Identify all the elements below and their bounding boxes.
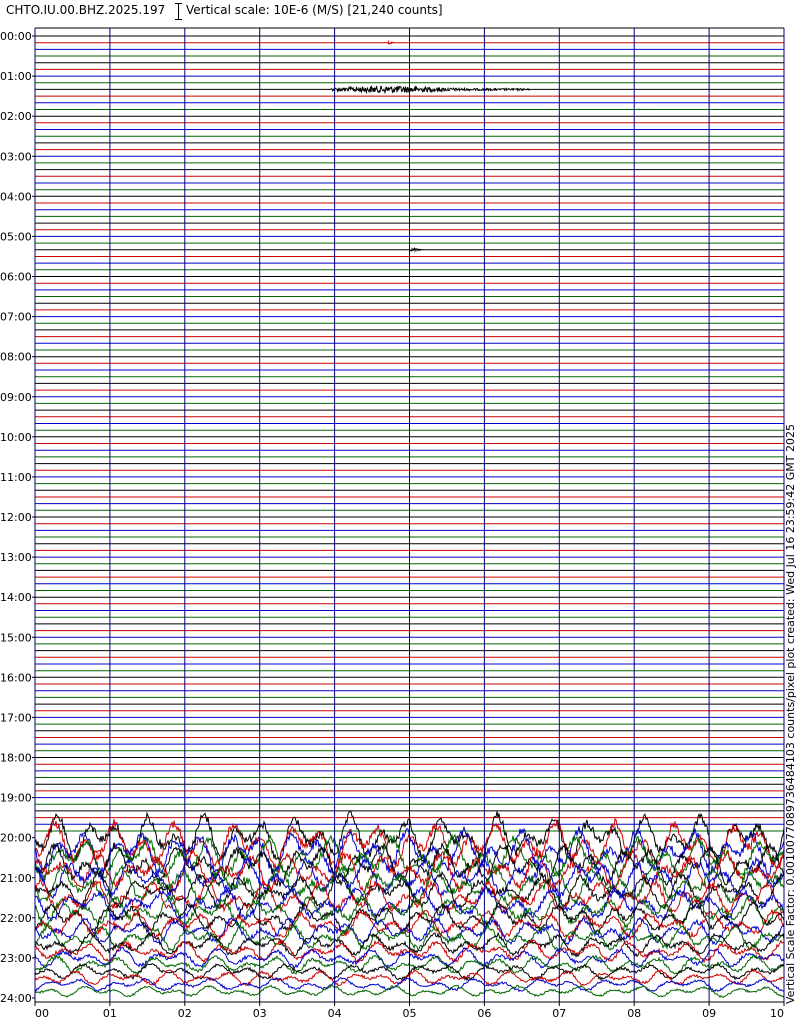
y-tick-label-24: 24:00 bbox=[0, 992, 32, 1005]
grid-group bbox=[34, 27, 785, 1003]
y-tick-label-6: 06:00 bbox=[0, 271, 32, 284]
y-tick-label-8: 08:00 bbox=[0, 351, 32, 364]
y-tick-label-5: 05:00 bbox=[0, 230, 32, 243]
y-tick-label-13: 13:00 bbox=[0, 551, 32, 564]
x-tick-label-1: 01 bbox=[103, 1007, 117, 1020]
helicorder-plot: 00:00 01:00 02:00 03:00 04:00 05:00 06:00 07:00… bbox=[0, 27, 785, 1020]
y-tick-label-12: 12:00 bbox=[0, 511, 32, 524]
y-tick-label-0: 00:00 bbox=[0, 30, 32, 43]
x-tick-label-10: 10 bbox=[770, 1007, 784, 1020]
y-tick-label-20: 20:00 bbox=[0, 832, 32, 845]
y-tick-label-23: 23:00 bbox=[0, 952, 32, 965]
x-tick-label-4: 04 bbox=[328, 1007, 342, 1020]
y-tick-group: 00:00 01:00 02:00 03:00 04:00 05:00 06:00 07:00… bbox=[0, 30, 35, 1005]
x-tick-label-7: 07 bbox=[552, 1007, 566, 1020]
y-tick-label-22: 22:00 bbox=[0, 912, 32, 925]
x-tick-group: 00 01 02 03 04 05 06 07 08 09 10 bbox=[34, 1002, 785, 1020]
y-tick-label-4: 04:00 bbox=[0, 190, 32, 203]
x-tick-label-8: 08 bbox=[627, 1007, 641, 1020]
y-tick-label-10: 10:00 bbox=[0, 431, 32, 444]
y-tick-label-11: 11:00 bbox=[0, 471, 32, 484]
y-tick-label-16: 16:00 bbox=[0, 671, 32, 684]
y-tick-label-3: 03:00 bbox=[0, 150, 32, 163]
x-tick-label-2: 02 bbox=[178, 1007, 192, 1020]
y-tick-label-19: 19:00 bbox=[0, 792, 32, 805]
y-tick-label-1: 01:00 bbox=[0, 70, 32, 83]
y-tick-label-17: 17:00 bbox=[0, 711, 32, 724]
y-tick-label-2: 02:00 bbox=[0, 110, 32, 123]
x-tick-label-9: 09 bbox=[702, 1007, 716, 1020]
x-tick-label-6: 06 bbox=[477, 1007, 491, 1020]
plot-info-note: Vertical Scale Factor: 0.001007708973648… bbox=[784, 424, 797, 1004]
y-tick-label-14: 14:00 bbox=[0, 591, 32, 604]
y-tick-label-9: 09:00 bbox=[0, 391, 32, 404]
y-tick-label-7: 07:00 bbox=[0, 311, 32, 324]
y-tick-label-21: 21:00 bbox=[0, 872, 32, 885]
x-tick-label-5: 05 bbox=[403, 1007, 417, 1020]
x-tick-label-3: 03 bbox=[253, 1007, 267, 1020]
y-tick-label-15: 15:00 bbox=[0, 631, 32, 644]
x-tick-label-0: 00 bbox=[35, 1007, 49, 1020]
y-tick-label-18: 18:00 bbox=[0, 752, 32, 765]
